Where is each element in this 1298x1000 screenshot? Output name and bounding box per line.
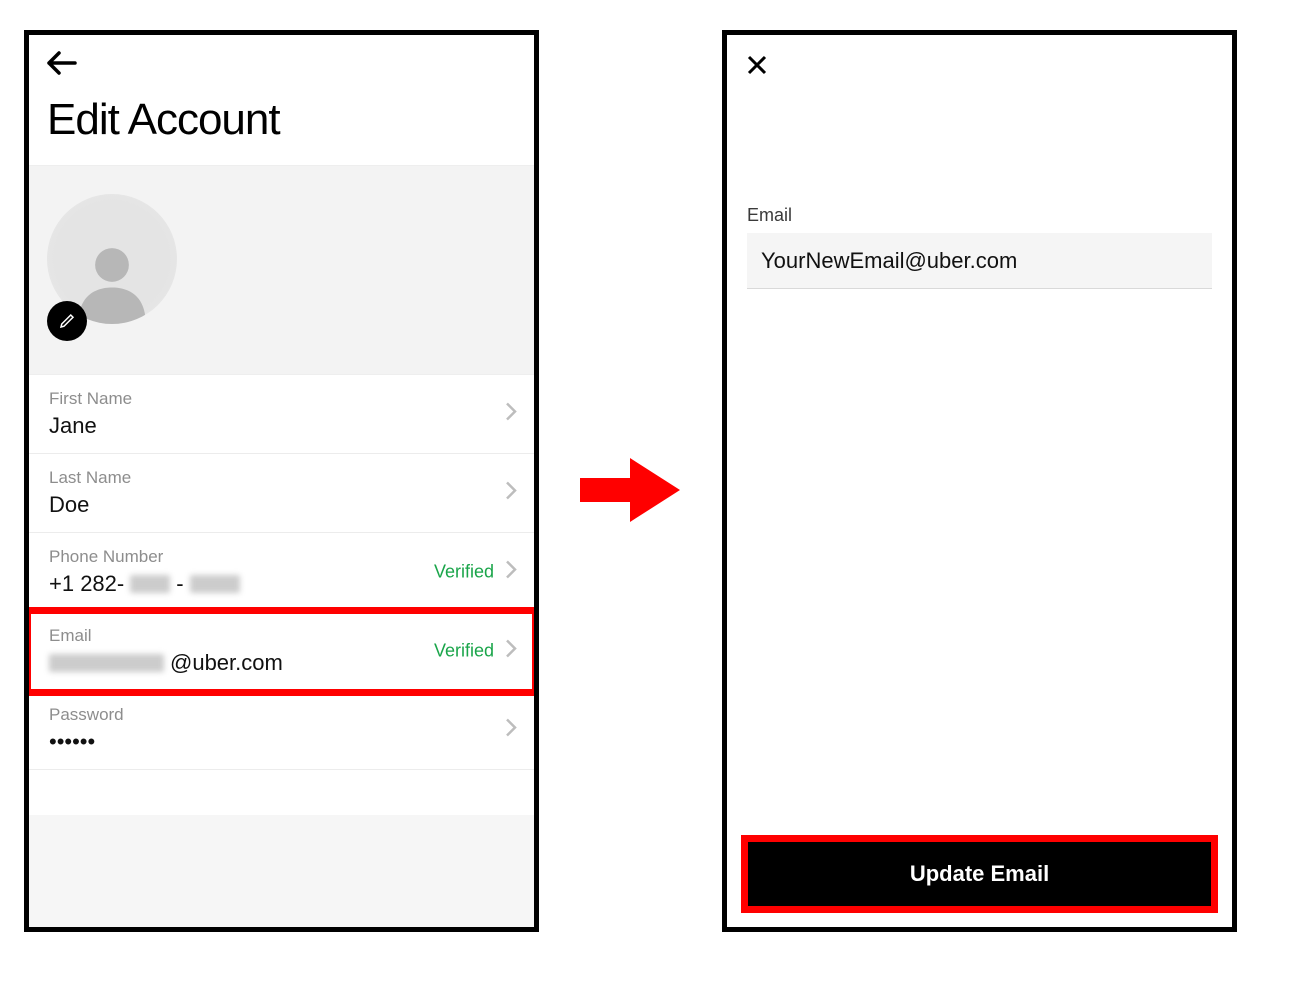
account-fields: First Name Jane Last Name Doe Phone Numb… <box>29 375 534 770</box>
empty-space <box>29 815 534 927</box>
close-icon[interactable] <box>745 53 769 82</box>
edit-avatar-button[interactable] <box>47 301 87 341</box>
pencil-icon <box>58 312 76 330</box>
update-email-button-label: Update Email <box>910 861 1049 887</box>
edit-account-screen: Edit Account First Name Jane Last Name D… <box>24 30 539 932</box>
phone-dash: - <box>176 571 183 597</box>
password-label: Password <box>49 705 514 725</box>
back-arrow-icon[interactable] <box>47 51 77 80</box>
chevron-right-icon <box>504 481 518 506</box>
chevron-right-icon <box>504 402 518 427</box>
password-value: •••••• <box>49 729 514 755</box>
last-name-row[interactable]: Last Name Doe <box>29 454 534 533</box>
password-row[interactable]: Password •••••• <box>29 691 534 770</box>
page-title: Edit Account <box>47 95 280 145</box>
profile-section <box>29 165 534 375</box>
email-field-label: Email <box>747 205 792 226</box>
chevron-right-icon <box>504 560 518 585</box>
email-row[interactable]: Email @uber.com Verified <box>29 612 534 691</box>
first-name-row[interactable]: First Name Jane <box>29 375 534 454</box>
last-name-label: Last Name <box>49 468 514 488</box>
chevron-right-icon <box>504 639 518 664</box>
flow-arrow-icon <box>580 450 680 530</box>
email-input[interactable]: YourNewEmail@uber.com <box>747 233 1212 289</box>
phone-row[interactable]: Phone Number +1 282- - Verified <box>29 533 534 612</box>
redacted-text <box>190 575 240 593</box>
email-input-value: YourNewEmail@uber.com <box>761 248 1017 274</box>
first-name-label: First Name <box>49 389 514 409</box>
update-email-screen: Email YourNewEmail@uber.com Update Email <box>722 30 1237 932</box>
last-name-value: Doe <box>49 492 514 518</box>
update-email-button[interactable]: Update Email <box>748 842 1211 906</box>
redacted-text <box>49 654 164 672</box>
email-verified-badge: Verified <box>434 641 494 662</box>
first-name-value: Jane <box>49 413 514 439</box>
phone-verified-badge: Verified <box>434 562 494 583</box>
redacted-text <box>130 575 170 593</box>
phone-prefix: +1 282- <box>49 571 124 597</box>
email-suffix: @uber.com <box>170 650 283 676</box>
chevron-right-icon <box>504 718 518 743</box>
update-email-highlight: Update Email <box>741 835 1218 913</box>
